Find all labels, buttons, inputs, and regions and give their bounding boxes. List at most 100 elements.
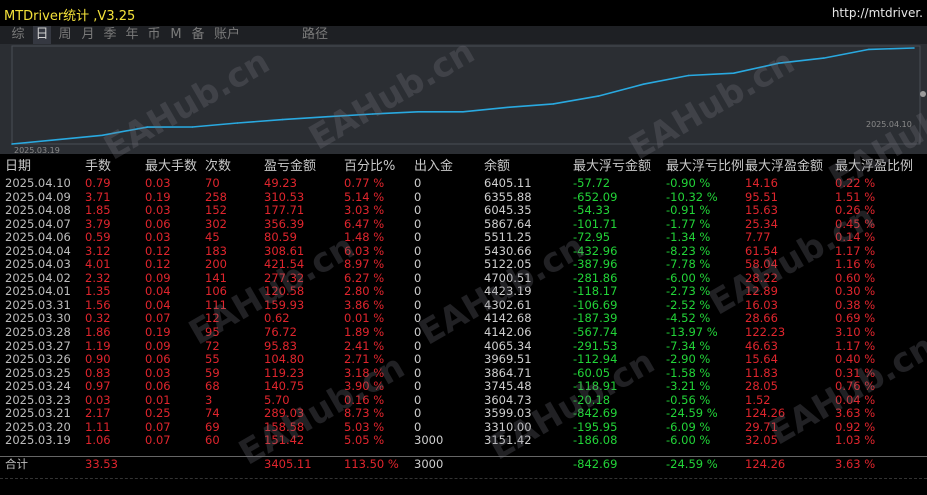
table-cell: -57.72 (573, 176, 611, 190)
table-row[interactable]: 2025.04.07 3.79 0.06 302 356.39 6.47 % 0 5867.6… (0, 216, 927, 232)
tab-6[interactable]: 币 (145, 26, 163, 44)
table-cell: -1.77 % (666, 216, 711, 231)
table-cell: 1.17 % (835, 243, 876, 258)
table-cell: -6.00 % (666, 433, 711, 448)
table-cell: 5122.05 (484, 257, 532, 272)
table-cell: 3.03 % (344, 203, 385, 218)
table-cell: 3.10 % (835, 325, 876, 340)
table-row[interactable]: 2025.03.24 0.97 0.06 68 140.75 3.90 % 0 3745.48… (0, 380, 927, 394)
tab-9[interactable]: 账户 (211, 26, 243, 44)
table-cell: 68 (205, 379, 220, 394)
table-cell: 58.04 (745, 257, 778, 272)
table-cell: 1.89 % (344, 325, 385, 340)
table-cell: -2.90 % (666, 352, 711, 367)
column-header-0[interactable]: 日期 (5, 158, 31, 176)
tab-7[interactable]: M (167, 26, 185, 44)
x-start-label: 2025.03.19 (14, 146, 60, 154)
table-cell: 95.83 (264, 338, 297, 353)
table-cell: 3.86 % (344, 297, 385, 312)
table-cell: 72 (205, 338, 220, 353)
table-cell: 2.71 % (344, 352, 385, 367)
total-row: 合计 33.53 3405.11 113.50 % 3000 -842.69 -24.59 … (0, 456, 927, 471)
table-row[interactable]: 2025.03.19 1.06 0.07 60 151.42 5.05 % 3000 3151… (0, 434, 927, 448)
tab-3[interactable]: 月 (79, 26, 97, 44)
table-cell: 0 (414, 203, 422, 218)
table-row[interactable]: 2025.03.30 0.32 0.07 12 0.62 0.01 % 0 4142.68 -1… (0, 312, 927, 326)
table-cell: 2025.04.01 (5, 284, 71, 299)
table-cell: 183 (205, 243, 227, 258)
table-cell: 3599.03 (484, 406, 532, 421)
table-cell: 0 (414, 325, 422, 340)
column-header-4[interactable]: 盈亏金额 (264, 158, 316, 176)
table-row[interactable]: 2025.04.10 0.79 0.03 70 49.23 0.77 % 0 6405.11 -… (0, 176, 927, 191)
table-cell: -101.71 (573, 216, 618, 231)
table-cell: 1.35 (85, 284, 111, 299)
table-cell: 11.83 (745, 365, 778, 380)
column-header-6[interactable]: 出入金 (414, 158, 453, 176)
table-cell: 95.51 (745, 189, 778, 204)
table-row[interactable]: 2025.04.06 0.59 0.03 45 80.59 1.48 % 0 5511.25 -… (0, 231, 927, 245)
app-url-link[interactable]: http://mtdriver. (832, 6, 923, 20)
column-header-3[interactable]: 次数 (205, 158, 231, 176)
table-row[interactable]: 2025.04.03 4.01 0.12 200 421.54 8.97 % 0 5122.0… (0, 258, 927, 272)
column-header-2[interactable]: 最大手数 (145, 158, 197, 176)
table-cell: -186.08 (573, 433, 618, 448)
tab-10[interactable]: 路径 (298, 26, 332, 44)
balance-point-9 (417, 111, 419, 113)
table-cell: -0.90 % (666, 176, 711, 190)
table-row[interactable]: 2025.04.09 3.71 0.19 258 310.53 5.14 % 0 6355.8… (0, 189, 927, 205)
table-row[interactable]: 2025.03.20 1.11 0.07 69 158.58 5.03 % 0 3310.00… (0, 419, 927, 435)
table-cell: 0.97 (85, 379, 111, 394)
table-cell: 0.03 (145, 203, 171, 218)
table-row[interactable]: 2025.04.04 3.12 0.12 183 308.61 6.03 % 0 5430.6… (0, 243, 927, 259)
tab-8[interactable]: 备 (189, 26, 207, 44)
table-cell: 0.07 (145, 419, 171, 434)
column-header-9[interactable]: 最大浮亏比例 (666, 158, 744, 176)
column-header-1[interactable]: 手数 (85, 158, 111, 176)
table-cell: -6.09 % (666, 419, 711, 434)
table-cell: 1.86 (85, 325, 111, 340)
table-row[interactable]: 2025.03.21 2.17 0.25 74 289.03 8.73 % 0 3599.03… (0, 407, 927, 421)
table-cell: 14.16 (745, 176, 778, 190)
table-row[interactable]: 2025.04.01 1.35 0.04 106 120.58 2.80 % 0 4423.1… (0, 285, 927, 299)
table-row[interactable]: 2025.03.27 1.19 0.09 72 95.83 2.41 % 0 4065.34 -… (0, 338, 927, 354)
balance-point-20 (913, 47, 915, 49)
table-cell: 2025.04.02 (5, 270, 71, 285)
tab-2[interactable]: 周 (56, 26, 74, 44)
table-cell: 152 (205, 203, 227, 218)
tab-4[interactable]: 季 (101, 26, 119, 44)
table-cell: -4.52 % (666, 311, 711, 326)
table-cell: -72.95 (573, 230, 611, 245)
column-header-11[interactable]: 最大浮盈比例 (835, 158, 913, 176)
table-cell: 6.03 % (344, 243, 385, 258)
chart-scroll-marker (920, 91, 926, 97)
table-cell: 0.26 % (835, 203, 876, 218)
table-cell: 3.79 (85, 216, 111, 231)
table-cell: 12.89 (745, 284, 778, 299)
table-row[interactable]: 2025.04.08 1.85 0.03 152 177.71 3.03 % 0 6045.3… (0, 204, 927, 218)
tab-5[interactable]: 年 (123, 26, 141, 44)
table-cell: -7.34 % (666, 338, 711, 353)
balance-chart: 2025.03.19 2025.04.10 (11, 45, 926, 154)
table-cell: 0.04 (145, 284, 171, 299)
tab-1[interactable]: 日 (33, 26, 51, 44)
column-header-8[interactable]: 最大浮亏金额 (573, 158, 651, 176)
table-row[interactable]: 2025.03.26 0.90 0.06 55 104.80 2.71 % 0 3969.51… (0, 353, 927, 367)
tab-0[interactable]: 综 (8, 26, 28, 44)
table-cell: 46.63 (745, 338, 778, 353)
column-header-5[interactable]: 百分比% (344, 158, 395, 176)
table-row[interactable]: 2025.03.23 0.03 0.01 3 5.70 0.16 % 0 3604.73 -20… (0, 393, 927, 408)
table-row[interactable]: 2025.04.02 2.32 0.09 141 277.32 6.27 % 0 4700.5… (0, 270, 927, 286)
table-cell: 15.64 (745, 352, 778, 367)
table-cell: 59 (205, 365, 220, 380)
table-cell: 0 (414, 270, 422, 285)
column-header-10[interactable]: 最大浮盈金额 (745, 158, 823, 176)
table-cell: 8.97 % (344, 257, 385, 272)
table-row[interactable]: 2025.03.28 1.86 0.19 95 76.72 1.89 % 0 4142.06 -… (0, 325, 927, 340)
table-cell: 0.77 % (344, 176, 385, 190)
table-cell: 122.23 (745, 325, 786, 340)
table-row[interactable]: 2025.03.31 1.56 0.04 111 159.93 3.86 % 0 4302.6… (0, 297, 927, 313)
table-cell: 2025.04.07 (5, 216, 71, 231)
table-row[interactable]: 2025.03.25 0.83 0.03 59 119.23 3.18 % 0 3864.71… (0, 365, 927, 381)
column-header-7[interactable]: 余额 (484, 158, 510, 176)
